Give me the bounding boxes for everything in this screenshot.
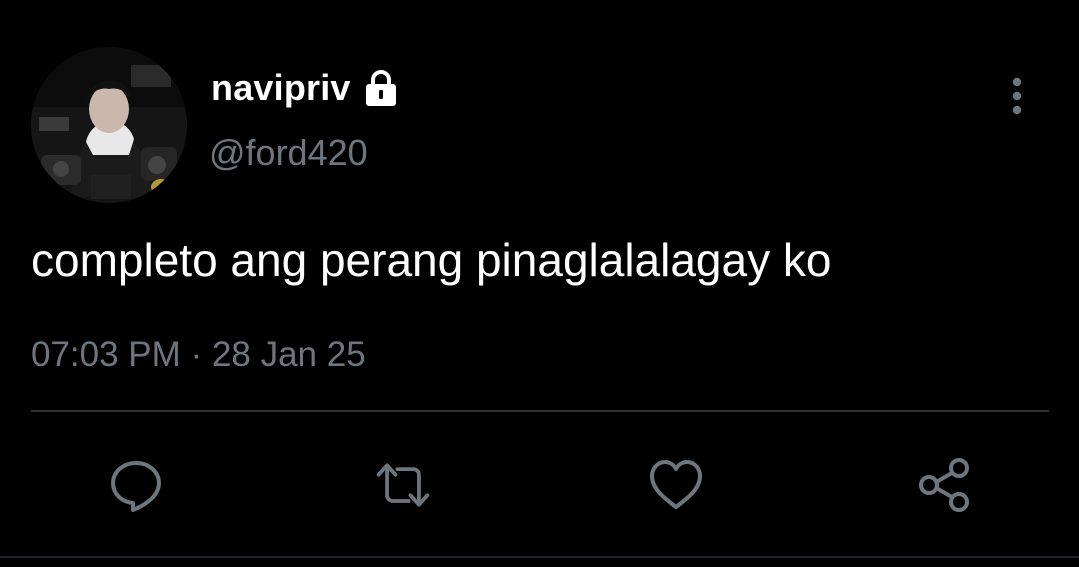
tweet-detail: navipriv @ford420 completo ang perang pi… [0,0,1079,567]
avatar[interactable] [31,47,187,203]
author-handle[interactable]: @ford420 [209,131,368,175]
share-icon [919,458,969,512]
meta-separator: · [190,335,203,374]
retweet-icon [376,463,430,507]
author-row[interactable]: navipriv [211,64,401,112]
reply-button[interactable] [106,455,166,515]
share-button[interactable] [915,455,975,515]
reply-icon [111,461,161,512]
tweet-text: completo ang perang pinaglalalagay ko [31,234,832,286]
tweet-timestamp[interactable]: 07:03 PM · 28 Jan 25 [31,333,366,377]
more-vertical-icon[interactable] [1000,74,1034,118]
bottom-divider [0,556,1079,558]
like-button[interactable] [646,455,706,515]
avatar-image [31,47,187,203]
tweet-date: 28 Jan 25 [211,335,366,374]
heart-icon [650,460,702,509]
display-name[interactable]: navipriv [211,64,351,112]
retweet-button[interactable] [373,455,433,515]
tweet-time: 07:03 PM [31,335,181,374]
lock-icon [361,68,401,108]
divider [31,410,1049,412]
